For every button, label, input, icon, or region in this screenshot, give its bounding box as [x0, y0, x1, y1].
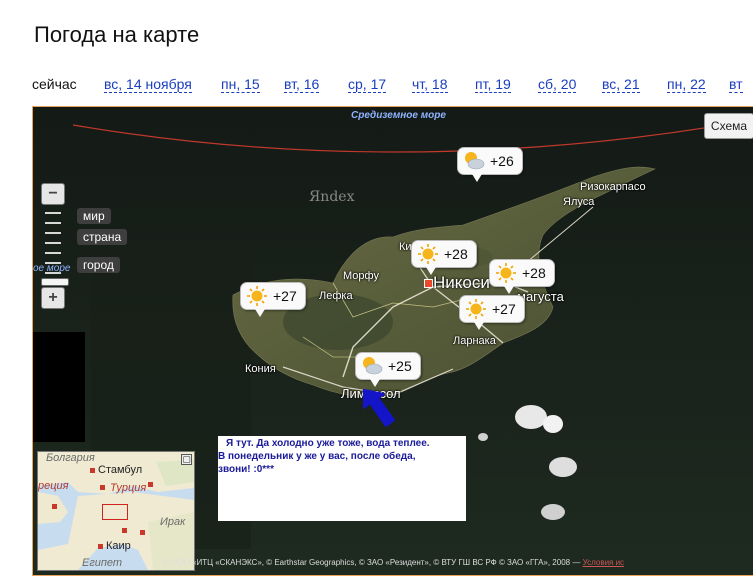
zoom-in-button[interactable]: +: [41, 287, 65, 309]
place-larnaka: Ларнака: [453, 335, 496, 347]
sun-icon: [416, 243, 440, 265]
place-kirenia: Ки: [399, 241, 412, 253]
note-line-1: Я тут. Да холодно уже тоже, вода теплее.: [226, 438, 430, 449]
place-nicosia: Никоси: [433, 273, 490, 292]
minimap-label-egypt: Египет: [82, 557, 123, 569]
weather-temp: +27: [273, 288, 297, 304]
place-morfu: Морфу: [343, 270, 379, 282]
minimap-close-icon[interactable]: ▢: [181, 454, 192, 465]
note-line-3: звони! :0***: [218, 464, 274, 475]
annotation-note: Я тут. Да холодно уже тоже, вода теплее.…: [218, 436, 466, 521]
zoom-out-button[interactable]: −: [41, 183, 65, 205]
sun-icon: [245, 285, 269, 307]
date-link-mon-22[interactable]: пн, 22: [667, 76, 706, 93]
minimap-label-istanbul: Стамбул: [98, 464, 143, 476]
overview-minimap[interactable]: Болгария Стамбул реция Турция Ирак Каир …: [37, 451, 195, 571]
minimap-city-dot: [122, 528, 127, 533]
place-rizokarpaso: Ризокарпасо: [580, 181, 646, 193]
minimap-city-dot: [100, 485, 105, 490]
weather-temp: +25: [388, 358, 412, 374]
annotation-arrow-icon: [363, 389, 395, 427]
date-link-sun-21[interactable]: вс, 21: [602, 76, 640, 93]
date-link-mon-15[interactable]: пн, 15: [221, 76, 260, 93]
page-title: Погода на карте: [34, 22, 200, 47]
zoom-level-world[interactable]: мир: [77, 208, 111, 224]
date-link-tue-23[interactable]: вт: [729, 76, 743, 93]
minimap-label-turkey: Турция: [110, 482, 147, 494]
minimap-city-dot: [148, 482, 153, 487]
weather-marker-famagusta[interactable]: +28: [489, 259, 555, 294]
zoom-level-country[interactable]: страна: [77, 229, 128, 245]
yandex-watermark: Яndex: [309, 189, 355, 205]
minimap-city-dot: [52, 504, 57, 509]
date-link-thu-18[interactable]: чт, 18: [412, 76, 448, 93]
place-yalusa: Ялуса: [563, 196, 595, 208]
weather-marker-limassol[interactable]: +25: [355, 352, 421, 387]
minimap-label-bulgaria: Болгария: [46, 452, 95, 464]
date-link-tue-16[interactable]: вт, 16: [284, 76, 320, 93]
minimap-city-dot: [98, 544, 103, 549]
place-lefka: Лефка: [319, 290, 353, 302]
weather-temp: +28: [522, 265, 546, 281]
scheme-button[interactable]: Схема: [704, 113, 753, 139]
weather-temp: +28: [444, 246, 468, 262]
weather-temp: +26: [490, 153, 514, 169]
date-link-fri-19[interactable]: пт, 19: [475, 76, 511, 93]
date-link-sat-20[interactable]: сб, 20: [538, 76, 577, 93]
minimap-label-iraq: Ирак: [160, 516, 186, 528]
date-link-sun-14[interactable]: вс, 14 ноября: [104, 76, 192, 93]
weather-marker-nicosia[interactable]: +28: [411, 240, 477, 275]
minimap-label-cairo: Каир: [106, 540, 131, 552]
sun-icon: [494, 262, 518, 284]
cloudy-sun-icon: [360, 355, 384, 377]
cloudy-sun-icon: [462, 150, 486, 172]
note-line-2: В понедельник у же у вас, после обеда,: [218, 451, 416, 462]
zoom-control: − +: [39, 183, 69, 309]
zoom-slider-thumb[interactable]: [41, 278, 69, 286]
zoom-level-city[interactable]: город: [77, 257, 120, 273]
weather-marker-larnaka[interactable]: +27: [459, 295, 525, 330]
sea-label: Средиземное море: [351, 110, 446, 121]
minimap-city-dot: [90, 468, 95, 473]
map-copyright: © ООО «ИТЦ «СКАНЭКС», © Earthstar Geogra…: [163, 558, 624, 567]
sea-label-partial: ое море: [33, 263, 71, 274]
date-navigation: сейчас вс, 14 ноября пн, 15 вт, 16 ср, 1…: [32, 76, 753, 96]
date-now[interactable]: сейчас: [32, 76, 77, 92]
weather-temp: +27: [492, 301, 516, 317]
weather-marker-sea[interactable]: +26: [457, 147, 523, 182]
minimap-label-greece: реция: [38, 480, 69, 492]
place-konia: Кония: [245, 363, 276, 375]
date-link-wed-17[interactable]: ср, 17: [348, 76, 387, 93]
capital-marker: [424, 279, 433, 288]
sun-icon: [464, 298, 488, 320]
copyright-text: © ООО «ИТЦ «СКАНЭКС», © Earthstar Geogra…: [163, 558, 581, 567]
minimap-viewport-frame[interactable]: [102, 504, 128, 520]
minimap-city-dot: [140, 530, 145, 535]
weather-marker-west[interactable]: +27: [240, 282, 306, 317]
terms-link[interactable]: Условия ис: [583, 558, 625, 567]
